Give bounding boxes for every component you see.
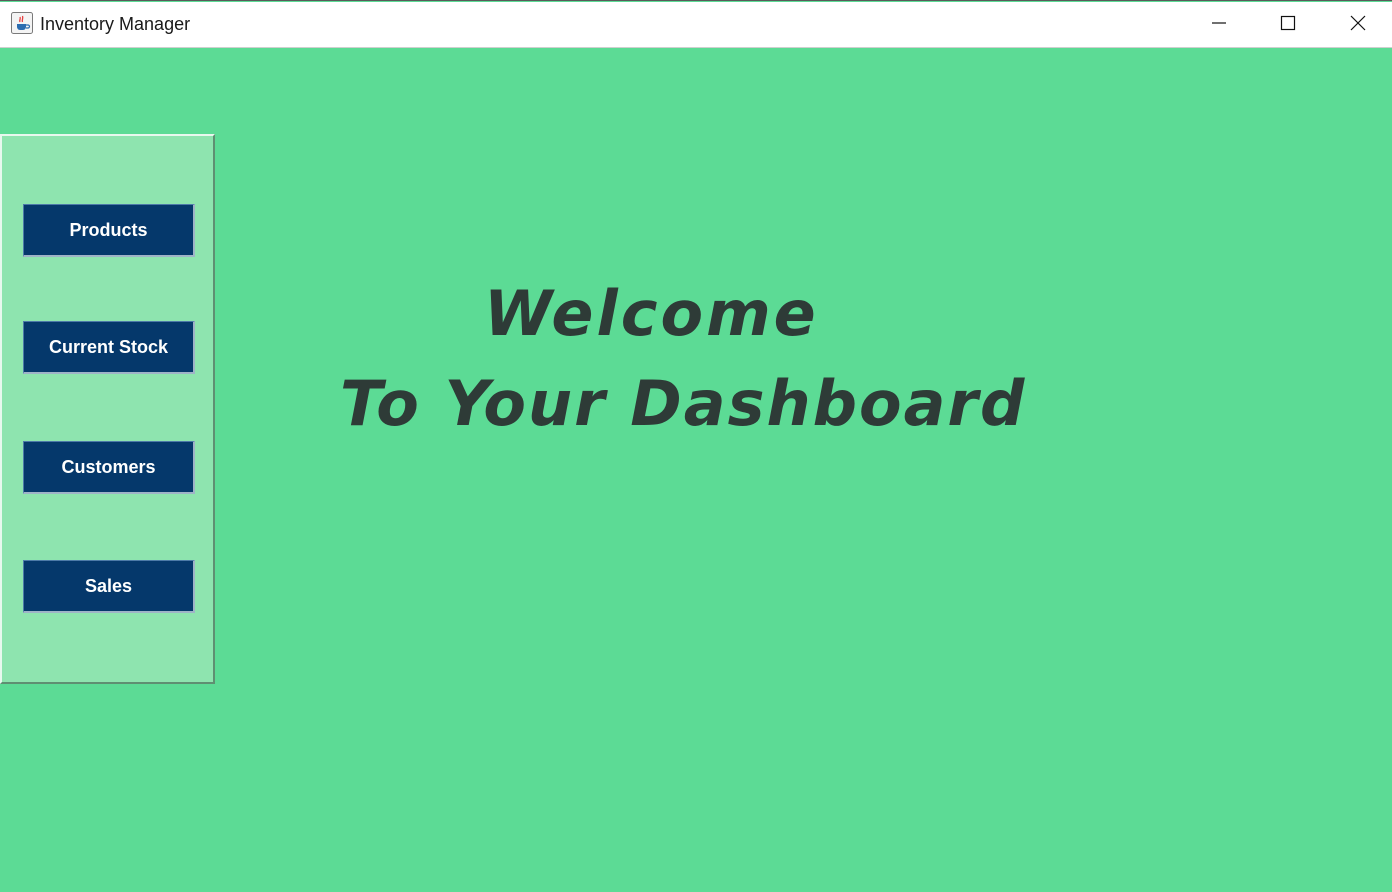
title-bar[interactable]: Inventory Manager — [0, 2, 1392, 48]
maximize-button[interactable] — [1254, 2, 1322, 48]
close-icon — [1350, 15, 1366, 36]
customers-button[interactable]: Customers — [23, 441, 195, 494]
close-button[interactable] — [1324, 2, 1392, 48]
sales-button[interactable]: Sales — [23, 560, 195, 613]
current-stock-button[interactable]: Current Stock — [23, 321, 195, 374]
minimize-icon — [1211, 15, 1227, 36]
welcome-heading-line2: To Your Dashboard — [340, 367, 1027, 440]
products-button[interactable]: Products — [23, 204, 195, 257]
java-cup-icon — [11, 12, 33, 34]
window-title: Inventory Manager — [40, 14, 191, 34]
maximize-icon — [1280, 15, 1296, 36]
minimize-button[interactable] — [1185, 2, 1253, 48]
app-window: Inventory Manager Products Current Stock… — [0, 0, 1392, 892]
sidebar-panel: Products Current Stock Customers Sales — [0, 134, 215, 684]
welcome-heading-line1: Welcome — [484, 277, 819, 350]
